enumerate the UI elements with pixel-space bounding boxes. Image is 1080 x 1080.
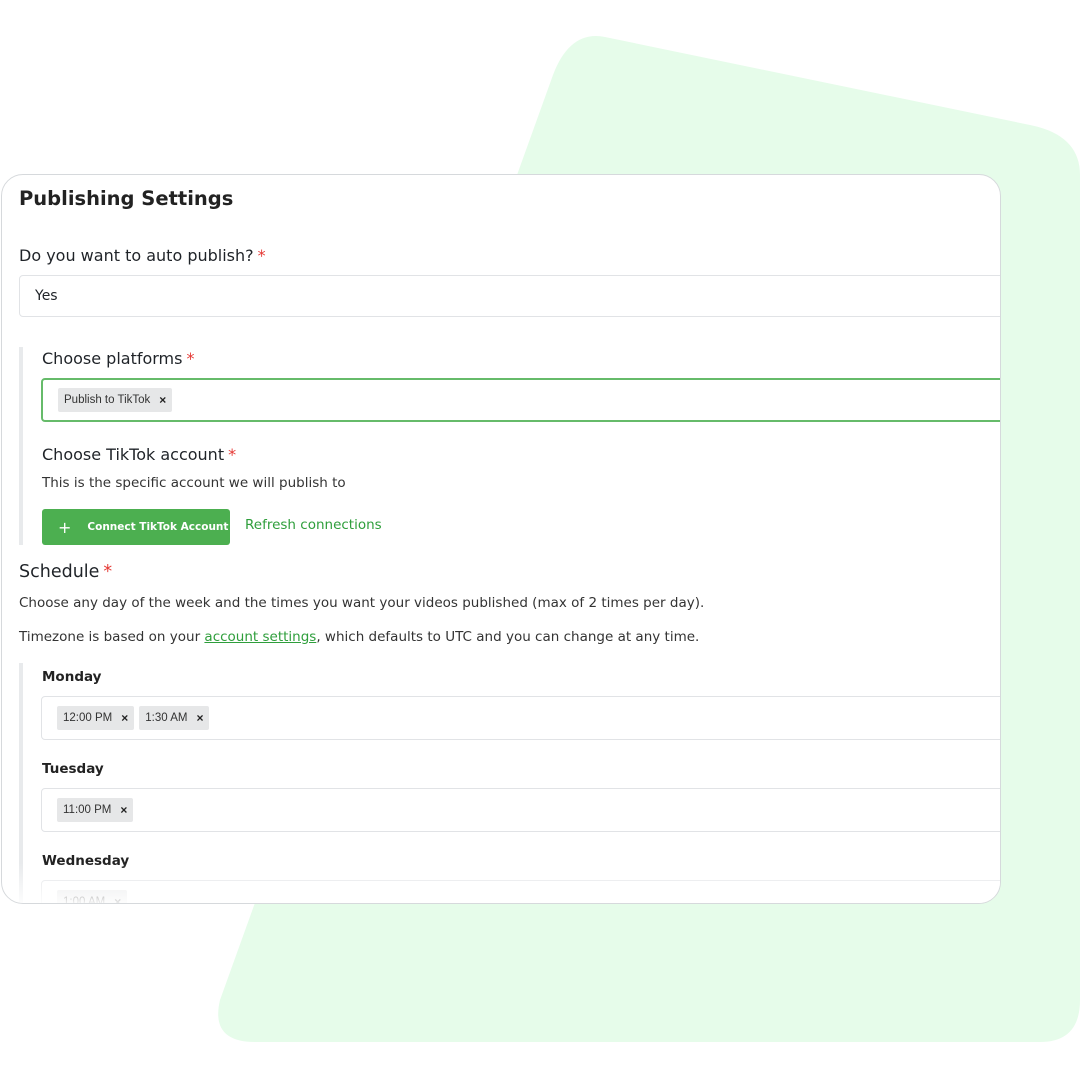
schedule-title: Schedule * (19, 562, 112, 582)
chip-label: 1:00 AM (63, 896, 106, 904)
remove-chip-icon[interactable]: × (159, 393, 166, 407)
remove-chip-icon[interactable]: × (120, 803, 127, 817)
stage: Publishing Settings Do you want to auto … (0, 0, 1080, 1080)
chip-label: Publish to TikTok (64, 394, 151, 406)
tuesday-times-select[interactable]: 11:00 PM × (41, 788, 1000, 832)
auto-publish-select[interactable]: Yes (19, 275, 1000, 317)
plus-icon: + (58, 517, 72, 537)
wednesday-times-select[interactable]: 1:00 AM × (41, 880, 1000, 904)
tiktok-account-label-text: Choose TikTok account (42, 445, 225, 464)
day-label-monday: Monday (42, 669, 102, 685)
timezone-suffix: , which defaults to UTC and you can chan… (316, 629, 700, 645)
platforms-label: Choose platforms * (42, 349, 194, 368)
platforms-multiselect[interactable]: Publish to TikTok × (41, 378, 1000, 422)
day-label-wednesday: Wednesday (42, 853, 130, 869)
chip-label: 12:00 PM (63, 712, 113, 724)
platform-chip: Publish to TikTok × (58, 388, 173, 412)
time-chip: 12:00 PM × (57, 706, 135, 730)
timezone-prefix: Timezone is based on your (19, 629, 205, 645)
required-mark: * (228, 445, 237, 464)
publishing-settings-panel: Publishing Settings Do you want to auto … (1, 174, 1001, 904)
required-mark: * (257, 246, 266, 265)
chip-label: 11:00 PM (63, 804, 112, 816)
monday-times-select[interactable]: 12:00 PM × 1:30 AM × (41, 696, 1000, 740)
required-mark: * (103, 562, 113, 582)
connect-tiktok-account-button[interactable]: + Connect TikTok Account (42, 509, 230, 545)
required-mark: * (186, 349, 195, 368)
timezone-note: Timezone is based on your account settin… (19, 629, 699, 645)
connect-button-label: Connect TikTok Account (87, 521, 229, 533)
auto-publish-label-text: Do you want to auto publish? (19, 246, 254, 265)
remove-chip-icon[interactable]: × (114, 895, 121, 903)
tiktok-account-help: This is the specific account we will pub… (42, 475, 346, 491)
schedule-indent-bar (19, 663, 23, 903)
time-chip: 1:30 AM × (139, 706, 210, 730)
remove-chip-icon[interactable]: × (196, 711, 203, 725)
remove-chip-icon[interactable]: × (121, 711, 128, 725)
refresh-connections-link[interactable]: Refresh connections (245, 517, 382, 533)
section-indent-bar (19, 347, 23, 545)
tiktok-account-label: Choose TikTok account * (42, 445, 236, 464)
chip-label: 1:30 AM (145, 712, 188, 724)
schedule-description: Choose any day of the week and the times… (19, 595, 705, 611)
schedule-title-text: Schedule (19, 562, 100, 582)
time-chip: 1:00 AM × (57, 890, 128, 904)
platforms-label-text: Choose platforms (42, 349, 183, 368)
time-chip: 11:00 PM × (57, 798, 134, 822)
day-label-tuesday: Tuesday (42, 761, 104, 777)
account-settings-link[interactable]: account settings (204, 629, 316, 645)
panel-title: Publishing Settings (19, 187, 234, 210)
auto-publish-label: Do you want to auto publish? * (19, 246, 266, 265)
